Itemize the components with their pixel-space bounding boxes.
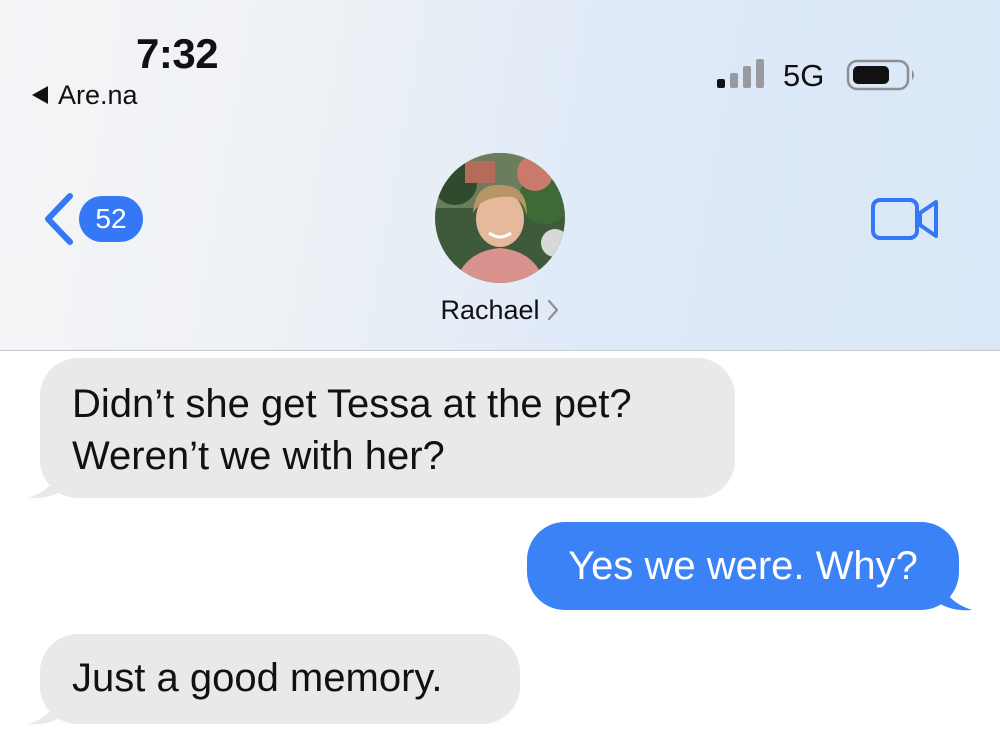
outgoing-message-bubble[interactable]: Yes we were. Why? xyxy=(527,522,959,610)
unread-count-badge[interactable]: 52 xyxy=(79,196,143,242)
incoming-message-bubble[interactable]: Just a good memory. xyxy=(40,634,520,724)
chevron-left-icon[interactable] xyxy=(40,192,76,246)
contact-name: Rachael xyxy=(440,294,540,325)
message-text: Yes we were. Why? xyxy=(568,544,918,588)
message-text: Just a good memory. xyxy=(72,656,443,700)
contact-name-button[interactable]: Rachael xyxy=(0,292,1000,328)
status-time: 7:32 xyxy=(136,30,219,77)
back-app-label: Are.na xyxy=(58,79,138,110)
chevron-right-icon xyxy=(547,299,558,321)
signal-strength-icon xyxy=(717,59,764,88)
message-text: Didn’t she get Tessa at the pet? Weren’t… xyxy=(72,382,632,478)
incoming-message-bubble[interactable]: Didn’t she get Tessa at the pet? Weren’t… xyxy=(40,358,735,498)
battery-icon xyxy=(846,59,914,91)
contact-avatar[interactable] xyxy=(435,153,565,283)
back-to-app-link[interactable]: Are.na xyxy=(32,80,138,110)
back-triangle-icon xyxy=(32,86,48,104)
network-type: 5G xyxy=(783,58,825,93)
video-camera-icon[interactable] xyxy=(870,196,940,242)
conversation-header: 7:32 Are.na 5G 52 Rachael xyxy=(0,0,1000,351)
